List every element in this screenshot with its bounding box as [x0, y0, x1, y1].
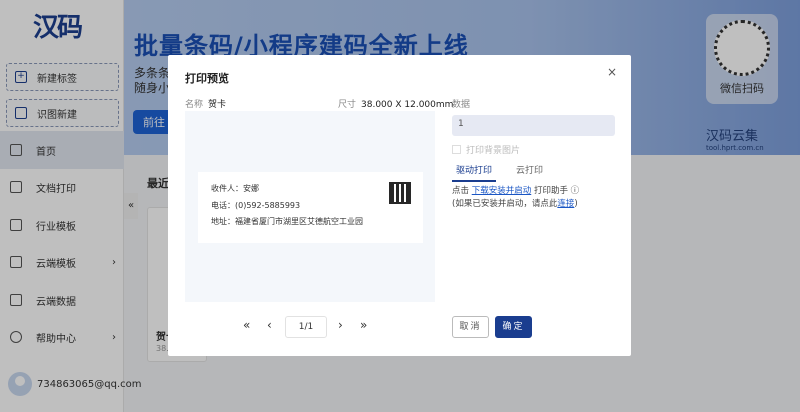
- print-preview-dialog: 打印预览 × 名称 贺卡 尺寸 38.000 X 12.000mm 收件人：安娜 电…: [168, 55, 631, 356]
- name-value: 贺卡: [208, 100, 227, 110]
- hint-text: (如果已安装并启动，请点此: [452, 199, 558, 209]
- address-text: 地址：福建省厦门市湖里区艾德航空工业园: [211, 217, 363, 226]
- first-page-button[interactable]: «: [243, 318, 250, 332]
- next-page-button[interactable]: ›: [338, 318, 343, 332]
- page-indicator[interactable]: 1/1: [285, 316, 327, 338]
- label-preview: 收件人：安娜 电话：(0)592-5885993 地址：福建省厦门市湖里区艾德航…: [198, 172, 423, 243]
- print-bg-text: 打印背景图片: [466, 146, 521, 156]
- download-link[interactable]: 下载安装并启动: [472, 186, 532, 196]
- dialog-title: 打印预览: [185, 72, 229, 85]
- hint-text: 打印助手 ⓘ: [533, 186, 580, 196]
- helper-hint: 点击 下载安装并启动 打印助手 ⓘ (如果已安装并启动，请点此连接): [452, 185, 579, 211]
- preview-area: 收件人：安娜 电话：(0)592-5885993 地址：福建省厦门市湖里区艾德航…: [185, 111, 435, 302]
- print-mode-tabs: 驱动打印 云打印: [452, 162, 563, 182]
- confirm-button[interactable]: 确定: [495, 316, 532, 338]
- cancel-button[interactable]: 取消: [452, 316, 489, 338]
- last-page-button[interactable]: »: [360, 318, 367, 332]
- data-input[interactable]: 1: [452, 115, 615, 136]
- hint-text: ): [574, 199, 578, 209]
- checkbox-icon: [452, 145, 461, 154]
- phone-text: 电话：(0)592-5885993: [211, 201, 301, 210]
- qr-code-icon: [389, 182, 411, 204]
- size-label: 尺寸: [338, 100, 357, 110]
- hint-text: 点击: [452, 186, 470, 196]
- recipient-text: 收件人：安娜: [211, 184, 259, 193]
- label-size: 尺寸 38.000 X 12.000mm: [338, 97, 453, 110]
- prev-page-button[interactable]: ‹: [267, 318, 272, 332]
- data-label: 数据: [452, 100, 471, 110]
- connect-link[interactable]: 连接: [557, 199, 574, 209]
- tab-driver-print[interactable]: 驱动打印: [452, 162, 497, 182]
- label-name: 名称 贺卡: [185, 97, 226, 110]
- print-bg-checkbox[interactable]: 打印背景图片: [452, 143, 520, 156]
- tab-cloud-print[interactable]: 云打印: [512, 162, 547, 182]
- name-label: 名称: [185, 100, 204, 110]
- size-value: 38.000 X 12.000mm: [361, 100, 454, 110]
- close-icon[interactable]: ×: [607, 65, 617, 79]
